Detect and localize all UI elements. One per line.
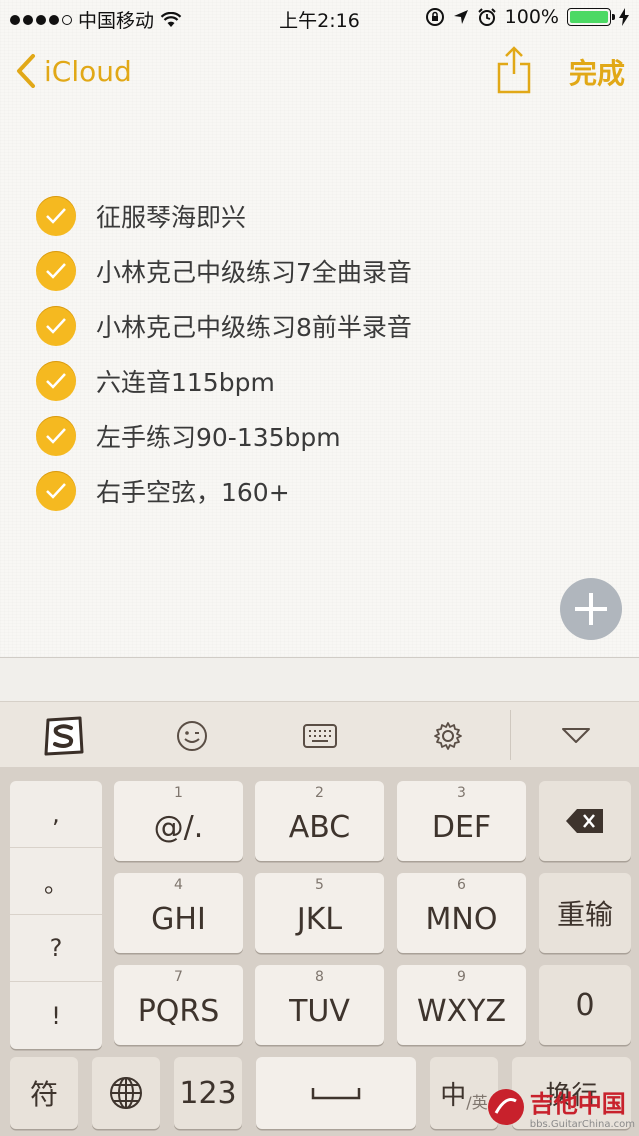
emoji-icon[interactable]: [170, 714, 214, 758]
punct-exclaim-key[interactable]: !: [10, 982, 102, 1049]
list-item[interactable]: 小林克己中级练习8前半录音: [36, 298, 616, 353]
checkmark-icon[interactable]: [36, 250, 76, 291]
key-8[interactable]: 8 TUV: [255, 965, 384, 1045]
battery-percent: 100%: [504, 6, 559, 28]
backspace-icon: [566, 809, 603, 833]
numbers-key[interactable]: 123: [174, 1057, 242, 1129]
list-item-text[interactable]: 左手练习90-135bpm: [96, 418, 341, 454]
key-3[interactable]: 3 DEF: [397, 781, 526, 861]
list-item-text[interactable]: 征服琴海即兴: [96, 198, 246, 234]
punct-question-key[interactable]: ?: [10, 915, 102, 982]
hide-keyboard-icon[interactable]: [554, 714, 598, 758]
keyboard-toolbar: [0, 701, 639, 769]
key-6[interactable]: 6 MNO: [397, 873, 526, 953]
lang-main: 中: [440, 1080, 467, 1111]
location-arrow-icon: [453, 10, 468, 24]
toolbar-divider: [510, 710, 511, 760]
list-item[interactable]: 小林克己中级练习7全曲录音: [36, 243, 616, 298]
list-item-text[interactable]: 小林克己中级练习8前半录音: [96, 308, 412, 344]
done-button[interactable]: 完成: [569, 52, 625, 92]
checkmark-icon[interactable]: [36, 360, 76, 401]
list-item-text[interactable]: 右手空弦，160+: [96, 473, 290, 509]
add-attachment-button[interactable]: [560, 578, 622, 640]
globe-key[interactable]: [92, 1057, 160, 1129]
punctuation-column[interactable]: , 。 ? !: [10, 781, 102, 1049]
key-9[interactable]: 9 WXYZ: [397, 965, 526, 1045]
key-4[interactable]: 4 GHI: [114, 873, 243, 953]
charging-bolt-icon: [619, 8, 629, 26]
checkmark-icon[interactable]: [36, 415, 76, 456]
checklist: 征服琴海即兴 小林克己中级练习7全曲录音 小林克己中级练习8前半录音 六连音11…: [36, 188, 616, 518]
gear-icon[interactable]: [426, 714, 470, 758]
key-2[interactable]: 2 ABC: [255, 781, 384, 861]
watermark-title: 吉他中国: [529, 1090, 626, 1118]
share-icon[interactable]: [496, 46, 532, 94]
punct-period-key[interactable]: 。: [10, 848, 102, 915]
list-item[interactable]: 征服琴海即兴: [36, 188, 616, 243]
watermark-sub: bbs.GuitarChina.com: [529, 1119, 635, 1130]
key-0[interactable]: 0: [539, 965, 631, 1045]
status-bar: 中国移动 上午2:16 100%: [0, 0, 639, 36]
rotation-lock-icon: [425, 8, 444, 26]
list-item[interactable]: 六连音115bpm: [36, 353, 616, 408]
key-7[interactable]: 7 PQRS: [114, 965, 243, 1045]
input-strip[interactable]: [0, 657, 639, 702]
symbol-key[interactable]: 符: [10, 1057, 78, 1129]
back-button[interactable]: iCloud: [16, 54, 132, 88]
list-item[interactable]: 右手空弦，160+: [36, 463, 616, 518]
alarm-icon: [477, 8, 496, 26]
back-label: iCloud: [44, 54, 132, 88]
space-bar-icon: [311, 1088, 361, 1100]
key-5[interactable]: 5 JKL: [255, 873, 384, 953]
key-1[interactable]: 1 @/.: [114, 781, 243, 861]
sogou-logo-icon[interactable]: [42, 714, 86, 758]
checkmark-icon[interactable]: [36, 305, 76, 346]
list-item[interactable]: 左手练习90-135bpm: [36, 408, 616, 463]
list-item-text[interactable]: 小林克己中级练习7全曲录音: [96, 253, 412, 289]
guitar-logo-icon: [487, 1089, 524, 1125]
punct-comma-key[interactable]: ,: [10, 781, 102, 848]
navigation-bar: iCloud 完成: [0, 40, 639, 104]
lang-sub: /英: [466, 1093, 488, 1112]
keyboard-icon[interactable]: [298, 714, 342, 758]
list-item-text[interactable]: 六连音115bpm: [96, 363, 275, 399]
space-key[interactable]: [256, 1057, 416, 1129]
keyboard: , 。 ? ! 1 @/. 2 ABC 3 DEF 4 GHI 5 JKL 6 …: [0, 767, 639, 1136]
delete-key[interactable]: [539, 781, 631, 861]
retype-key[interactable]: 重输: [539, 873, 631, 953]
chevron-left-icon: [17, 54, 35, 88]
site-watermark: 吉他中国 bbs.GuitarChina.com: [486, 1084, 635, 1130]
checkmark-icon[interactable]: [36, 470, 76, 511]
battery-icon: [567, 8, 615, 26]
checkmark-icon[interactable]: [36, 195, 76, 236]
globe-icon: [110, 1077, 142, 1109]
